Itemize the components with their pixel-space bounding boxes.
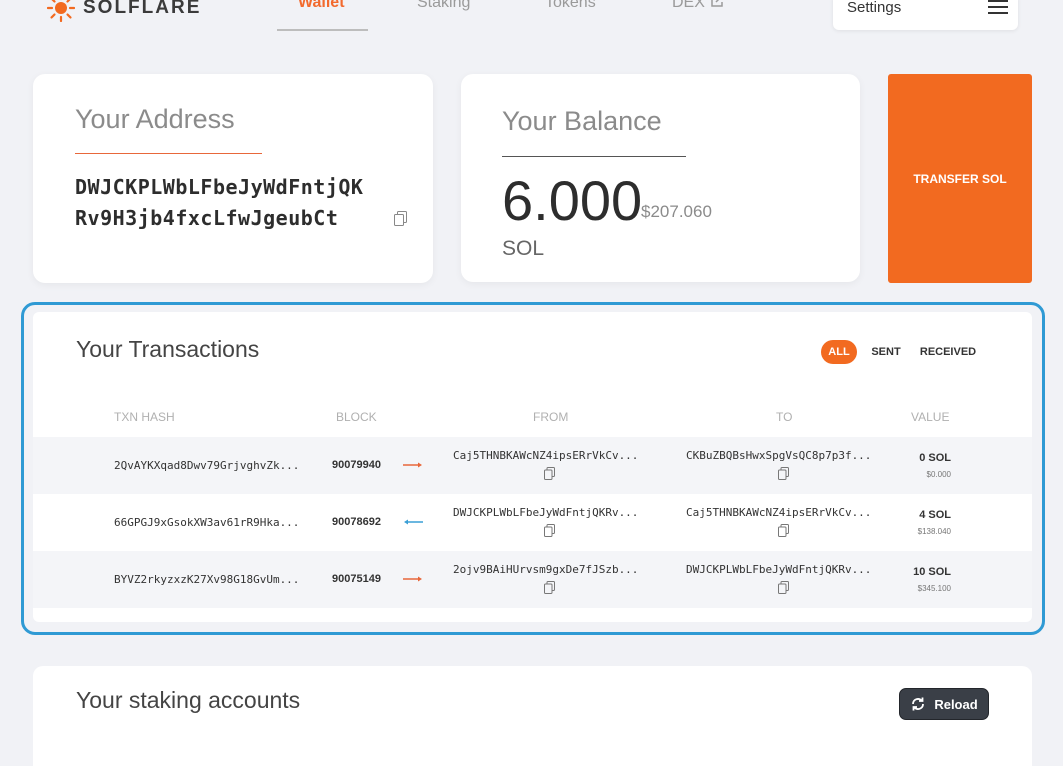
tab-dex[interactable]: DEX <box>672 0 724 12</box>
column-header-txn-hash: TXN HASH <box>114 410 175 424</box>
address-card: Your Address DWJCKPLWbLFbeJyWdFntjQKRv9H… <box>33 74 433 283</box>
txn-value-usd: $0.000 <box>926 470 951 479</box>
txn-value: 0 SOL <box>919 452 951 464</box>
copy-icon[interactable] <box>778 467 789 480</box>
reload-button[interactable]: Reload <box>899 688 989 720</box>
copy-icon[interactable] <box>778 581 789 594</box>
transfer-sol-button[interactable]: TRANSFER SOL <box>888 74 1032 283</box>
sent-arrow-icon <box>403 576 422 582</box>
filter-sent[interactable]: SENT <box>867 340 905 364</box>
balance-heading-underline <box>502 156 686 157</box>
copy-icon[interactable] <box>544 467 555 480</box>
sun-logo-icon <box>47 0 75 22</box>
balance-amount: 6.000 <box>502 169 643 232</box>
txn-to[interactable]: DWJCKPLWbLFbeJyWdFntjQKRv... <box>686 563 871 576</box>
tab-tokens[interactable]: Tokens <box>545 0 596 12</box>
address-heading: Your Address <box>75 104 235 134</box>
txn-hash[interactable]: 2QvAYKXqad8Dwv79GrjvghvZk... <box>114 459 299 472</box>
txn-from[interactable]: DWJCKPLWbLFbeJyWdFntjQKRv... <box>453 506 638 519</box>
txn-hash[interactable]: BYVZ2rkyzxzK27Xv98G18GvUm... <box>114 573 299 586</box>
filter-received[interactable]: RECEIVED <box>917 340 979 364</box>
column-header-value: VALUE <box>911 410 950 424</box>
logo-text: SOLFLARE <box>83 0 202 18</box>
hamburger-menu-icon[interactable] <box>988 0 1008 14</box>
wallet-address: DWJCKPLWbLFbeJyWdFntjQKRv9H3jb4fxcLfwJge… <box>75 175 364 230</box>
column-header-to: TO <box>776 410 793 424</box>
txn-from[interactable]: 2ojv9BAiHUrvsm9gxDe7fJSzb... <box>453 563 638 576</box>
staking-card: Your staking accounts Reload <box>33 666 1032 766</box>
copy-icon[interactable] <box>544 581 555 594</box>
balance-unit: SOL <box>502 237 545 260</box>
txn-block: 90078692 <box>332 516 381 528</box>
staking-title: Your staking accounts <box>76 687 301 713</box>
active-tab-indicator <box>277 29 368 31</box>
txn-block: 90075149 <box>332 573 381 585</box>
txn-value-usd: $138.040 <box>917 527 951 536</box>
external-link-icon <box>711 0 724 7</box>
address-heading-underline <box>75 153 262 154</box>
txn-value-usd: $345.100 <box>917 584 951 593</box>
txn-hash[interactable]: 66GPGJ9xGsokXW3av61rR9Hka... <box>114 516 299 529</box>
settings-menu[interactable]: Settings <box>833 0 1018 30</box>
txn-from[interactable]: Caj5THNBKAWcNZ4ipsERrVkCv... <box>453 449 638 462</box>
received-arrow-icon <box>404 519 423 525</box>
column-header-block: BLOCK <box>336 410 377 424</box>
copy-icon[interactable] <box>778 524 789 537</box>
balance-card: Your Balance 6.000 $207.060 SOL <box>461 74 860 282</box>
txn-to[interactable]: Caj5THNBKAWcNZ4ipsERrVkCv... <box>686 506 871 519</box>
filter-all[interactable]: ALL <box>821 340 857 364</box>
top-nav: SOLFLARE Wallet Staking Tokens DEX Setti… <box>0 0 1063 32</box>
logo[interactable]: SOLFLARE <box>47 0 201 22</box>
transactions-card: Your Transactions ALL SENT RECEIVED TXN … <box>33 312 1032 622</box>
table-row[interactable]: 2QvAYKXqad8Dwv79GrjvghvZk... 90079940 Ca… <box>33 437 1032 494</box>
table-row[interactable]: 66GPGJ9xGsokXW3av61rR9Hka... 90078692 DW… <box>33 494 1032 551</box>
refresh-icon <box>912 697 925 711</box>
table-row[interactable]: BYVZ2rkyzxzK27Xv98G18GvUm... 90075149 2o… <box>33 551 1032 608</box>
copy-icon[interactable] <box>544 524 555 537</box>
sent-arrow-icon <box>403 462 422 468</box>
tab-wallet[interactable]: Wallet <box>298 0 345 12</box>
txn-block: 90079940 <box>332 459 381 471</box>
settings-label: Settings <box>847 0 902 16</box>
copy-icon[interactable] <box>394 211 407 226</box>
txn-value: 10 SOL <box>913 566 951 578</box>
column-header-from: FROM <box>533 410 569 424</box>
txn-value: 4 SOL <box>919 509 951 521</box>
balance-heading: Your Balance <box>502 106 662 136</box>
reload-label: Reload <box>934 696 978 712</box>
tab-staking[interactable]: Staking <box>417 0 470 12</box>
balance-usd: $207.060 <box>641 202 712 221</box>
txn-to[interactable]: CKBuZBQBsHwxSpgVsQC8p7p3f... <box>686 449 871 462</box>
tab-dex-label: DEX <box>672 0 705 11</box>
transactions-title: Your Transactions <box>76 336 260 362</box>
